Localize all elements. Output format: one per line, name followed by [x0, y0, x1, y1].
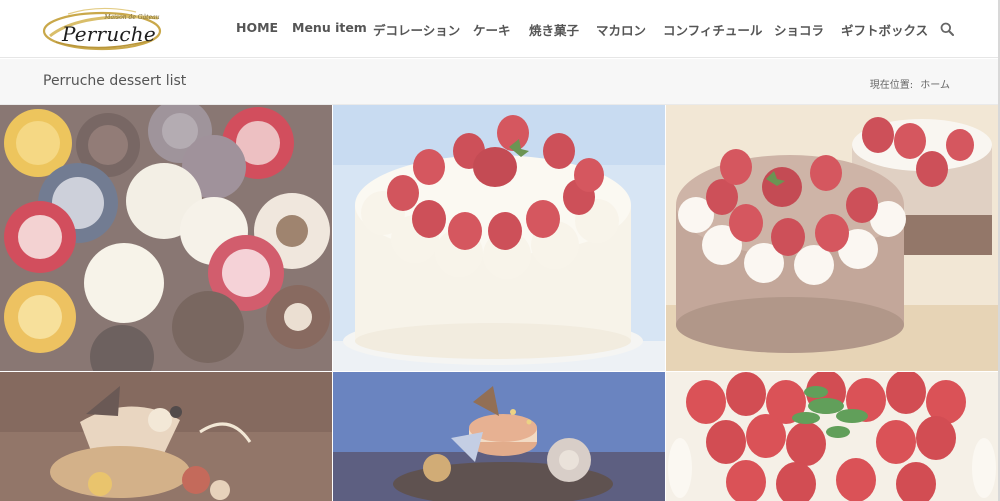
gallery-tile-strawberry-shortcake[interactable] — [333, 105, 665, 371]
main-nav: HOME Menu item デコレーション ケーキ 焼き菓子 マカロン コンフ… — [0, 0, 1000, 58]
nav-item-home[interactable]: HOME — [236, 20, 278, 35]
page-title-bar: Perruche dessert list 現在位置: ホーム — [0, 59, 1000, 105]
gallery-tile-chocolate-decoration[interactable] — [0, 372, 332, 501]
nav-item-gift-box[interactable]: ギフトボックス — [841, 20, 928, 39]
page-title: Perruche dessert list — [43, 73, 187, 89]
nav-item-confiture[interactable]: コンフィチュール — [663, 20, 762, 39]
breadcrumb: 現在位置: ホーム — [870, 76, 950, 91]
gallery-tile-macaron-cake[interactable] — [333, 372, 665, 501]
gallery-tile-chocolate-discs[interactable] — [0, 105, 332, 371]
site-header: Maison de Gâteau Perruche HOME Menu item… — [0, 0, 1000, 58]
nav-item-menu[interactable]: Menu item — [292, 20, 367, 35]
chocolate-decoration-image — [0, 372, 332, 501]
chocolate-strawberry-cake-image — [666, 105, 998, 371]
nav-item-macaron[interactable]: マカロン — [596, 20, 646, 39]
nav-item-decoration[interactable]: デコレーション — [373, 20, 460, 39]
nav-item-cake[interactable]: ケーキ — [473, 20, 511, 39]
strawberry-shortcake-image — [333, 105, 665, 371]
strawberry-tart-image — [666, 372, 998, 501]
dessert-gallery — [0, 105, 998, 501]
gallery-tile-strawberry-tart[interactable] — [666, 372, 998, 501]
macaron-cake-image — [333, 372, 665, 501]
chocolate-discs-image — [0, 105, 332, 371]
nav-item-chocolat[interactable]: ショコラ — [774, 20, 824, 39]
breadcrumb-prefix: 現在位置: — [869, 80, 914, 91]
gallery-tile-chocolate-strawberry-cake[interactable] — [666, 105, 998, 371]
breadcrumb-home-link[interactable]: ホーム — [920, 80, 950, 91]
search-icon[interactable] — [940, 22, 954, 36]
nav-item-baked-goods[interactable]: 焼き菓子 — [529, 20, 579, 39]
